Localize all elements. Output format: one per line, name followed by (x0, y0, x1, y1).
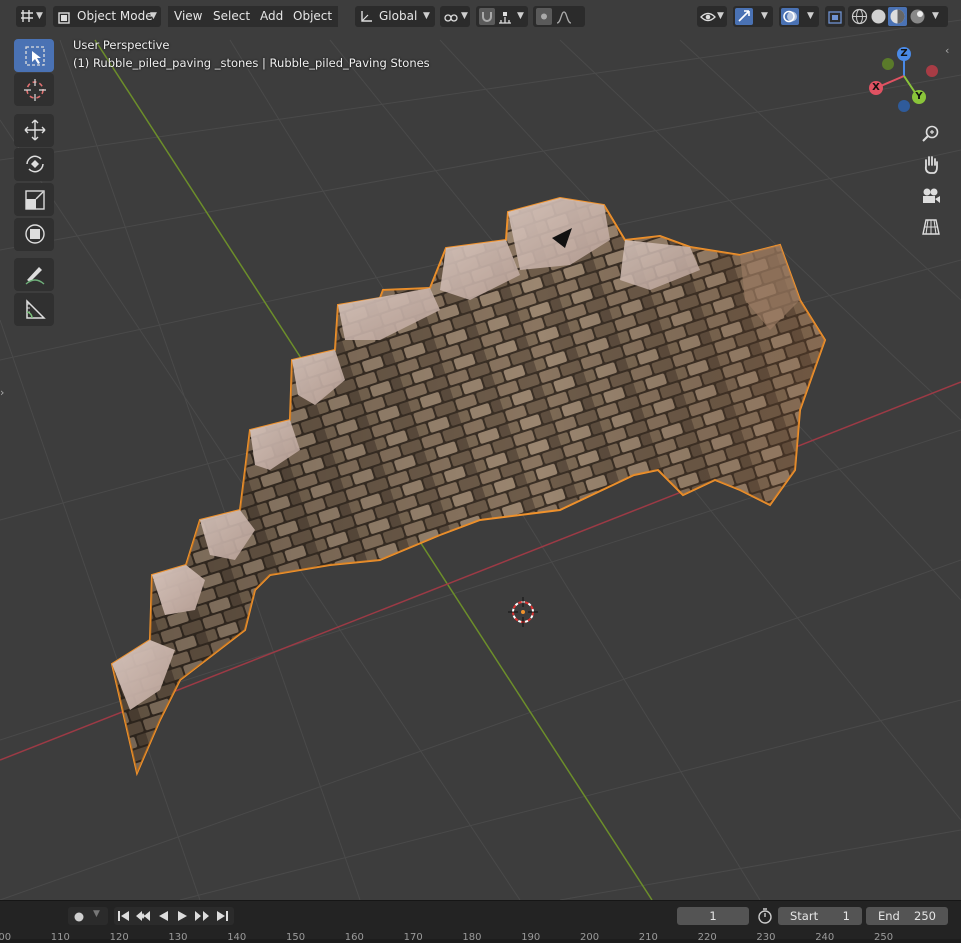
menu-view[interactable]: View (168, 6, 209, 27)
toggle-perspective-button[interactable] (917, 213, 945, 241)
camera-icon (921, 187, 941, 208)
magnet-icon[interactable] (479, 8, 495, 25)
menu-add[interactable]: Add (254, 6, 290, 27)
cursor-tool-icon (23, 78, 47, 105)
3d-cursor[interactable] (508, 597, 538, 627)
end-label: End (878, 909, 900, 923)
ruler-measure-icon (23, 297, 47, 324)
solid-shading-icon[interactable] (870, 8, 887, 32)
cursor-tool[interactable] (14, 73, 54, 106)
navigation-gizmo[interactable]: Z X Y (866, 44, 942, 114)
zoom-magnifier-icon (922, 125, 940, 146)
play-icon[interactable] (177, 910, 189, 925)
chevron-down-icon: ▼ (93, 909, 100, 919)
chevron-down-icon: ▼ (423, 11, 430, 21)
select-box-icon (24, 45, 46, 70)
jump-start-icon[interactable] (117, 910, 131, 925)
scale-tool[interactable] (14, 183, 54, 216)
view-name-label: User Perspective (73, 38, 170, 52)
orientation-dropdown[interactable]: Global ▼ (355, 6, 435, 27)
rendered-shading-icon[interactable] (909, 8, 926, 32)
hand-icon (922, 155, 940, 178)
transform-orientation-icon (360, 9, 374, 30)
jump-end-icon[interactable] (215, 910, 229, 925)
chevron-down-icon: ▼ (761, 11, 768, 21)
chevron-down-icon: ▼ (807, 11, 814, 21)
transform-icon (23, 222, 47, 249)
camera-view-button[interactable] (917, 182, 945, 210)
move-icon (23, 118, 47, 145)
snap-increment-icon (498, 10, 512, 31)
jump-keyframe-back-icon[interactable] (135, 910, 151, 925)
visibility-dropdown[interactable]: ▼ (697, 6, 727, 27)
pivot-point-dropdown[interactable]: ▼ (440, 6, 470, 27)
annotate-pencil-icon (23, 262, 47, 289)
chevron-down-icon: ▼ (717, 11, 724, 21)
xray-icon (828, 10, 842, 31)
gizmo-icon[interactable] (735, 8, 753, 25)
material-preview-icon[interactable] (888, 7, 907, 26)
editor-type-button[interactable]: ▼ (16, 6, 46, 27)
viewport-header: ▼ Object Mode ▼ View Select Add Object G… (0, 0, 961, 34)
wireframe-shading-icon[interactable] (851, 8, 868, 32)
orientation-label: Global (379, 9, 418, 23)
object-mode-icon (58, 10, 70, 31)
snapping-group[interactable]: ▼ (476, 6, 528, 27)
3d-viewport[interactable]: ▼ Object Mode ▼ View Select Add Object G… (0, 0, 961, 900)
gizmo-toggle-group[interactable]: ▼ (733, 6, 773, 27)
gizmo-x-axis[interactable]: X (869, 81, 883, 95)
grid-editor-icon (20, 9, 34, 30)
start-label: Start (790, 909, 819, 923)
rotate-tool[interactable] (14, 148, 54, 181)
eye-icon (700, 10, 716, 31)
end-value: 250 (914, 909, 936, 923)
rotate-icon (23, 152, 47, 179)
mode-dropdown[interactable]: Object Mode ▼ (53, 6, 161, 27)
mode-label: Object Mode (77, 9, 153, 23)
start-value: 1 (842, 909, 850, 923)
proportional-edit-icon[interactable] (536, 8, 552, 25)
transform-tool[interactable] (14, 218, 54, 251)
falloff-curve-icon (556, 10, 572, 31)
scale-icon (23, 188, 47, 215)
timeline-bar: ▼ 1 Start 1 End 250 10011012013014015016… (0, 900, 961, 943)
record-dot-icon (74, 911, 84, 925)
chevron-down-icon: ▼ (150, 11, 157, 21)
select-box-tool[interactable] (14, 39, 54, 72)
toolbar-toggle-icon[interactable]: › (0, 386, 4, 399)
xray-toggle[interactable] (825, 6, 845, 27)
perspective-grid-icon (922, 218, 940, 239)
start-frame-field[interactable]: Start 1 (778, 907, 862, 925)
overlays-icon[interactable] (781, 8, 799, 25)
menu-object[interactable]: Object (287, 6, 339, 27)
measure-tool[interactable] (14, 293, 54, 326)
active-object-info: (1) Rubble_piled_paving _stones | Rubble… (73, 56, 430, 70)
chevron-down-icon: ▼ (932, 11, 939, 21)
chevron-down-icon: ▼ (461, 11, 468, 21)
menu-select[interactable]: Select (207, 6, 257, 27)
proportional-editing-group[interactable] (533, 6, 585, 27)
zoom-button[interactable] (917, 120, 945, 148)
gizmo-z-axis[interactable]: Z (897, 47, 911, 61)
playback-controls (114, 907, 234, 925)
stopwatch-icon[interactable] (757, 908, 773, 927)
end-frame-field[interactable]: End 250 (866, 907, 948, 925)
rubble-wall-object[interactable] (110, 196, 827, 777)
current-frame-field[interactable]: 1 (677, 907, 749, 925)
sidebar-toggle-icon[interactable]: ‹ (945, 44, 949, 57)
move-tool[interactable] (14, 114, 54, 147)
overlays-toggle-group[interactable]: ▼ (779, 6, 819, 27)
chevron-down-icon: ▼ (517, 11, 524, 21)
gizmo-y-axis[interactable]: Y (912, 90, 926, 104)
annotate-tool[interactable] (14, 258, 54, 291)
keyframe-record-dropdown[interactable]: ▼ (68, 907, 108, 925)
play-reverse-icon[interactable] (157, 910, 169, 925)
jump-keyframe-forward-icon[interactable] (194, 910, 210, 925)
pivot-link-icon (444, 10, 458, 31)
scene-canvas[interactable] (0, 0, 961, 900)
chevron-down-icon: ▼ (36, 11, 43, 21)
shading-mode-group[interactable]: ▼ (848, 6, 948, 27)
pan-button[interactable] (917, 151, 945, 179)
